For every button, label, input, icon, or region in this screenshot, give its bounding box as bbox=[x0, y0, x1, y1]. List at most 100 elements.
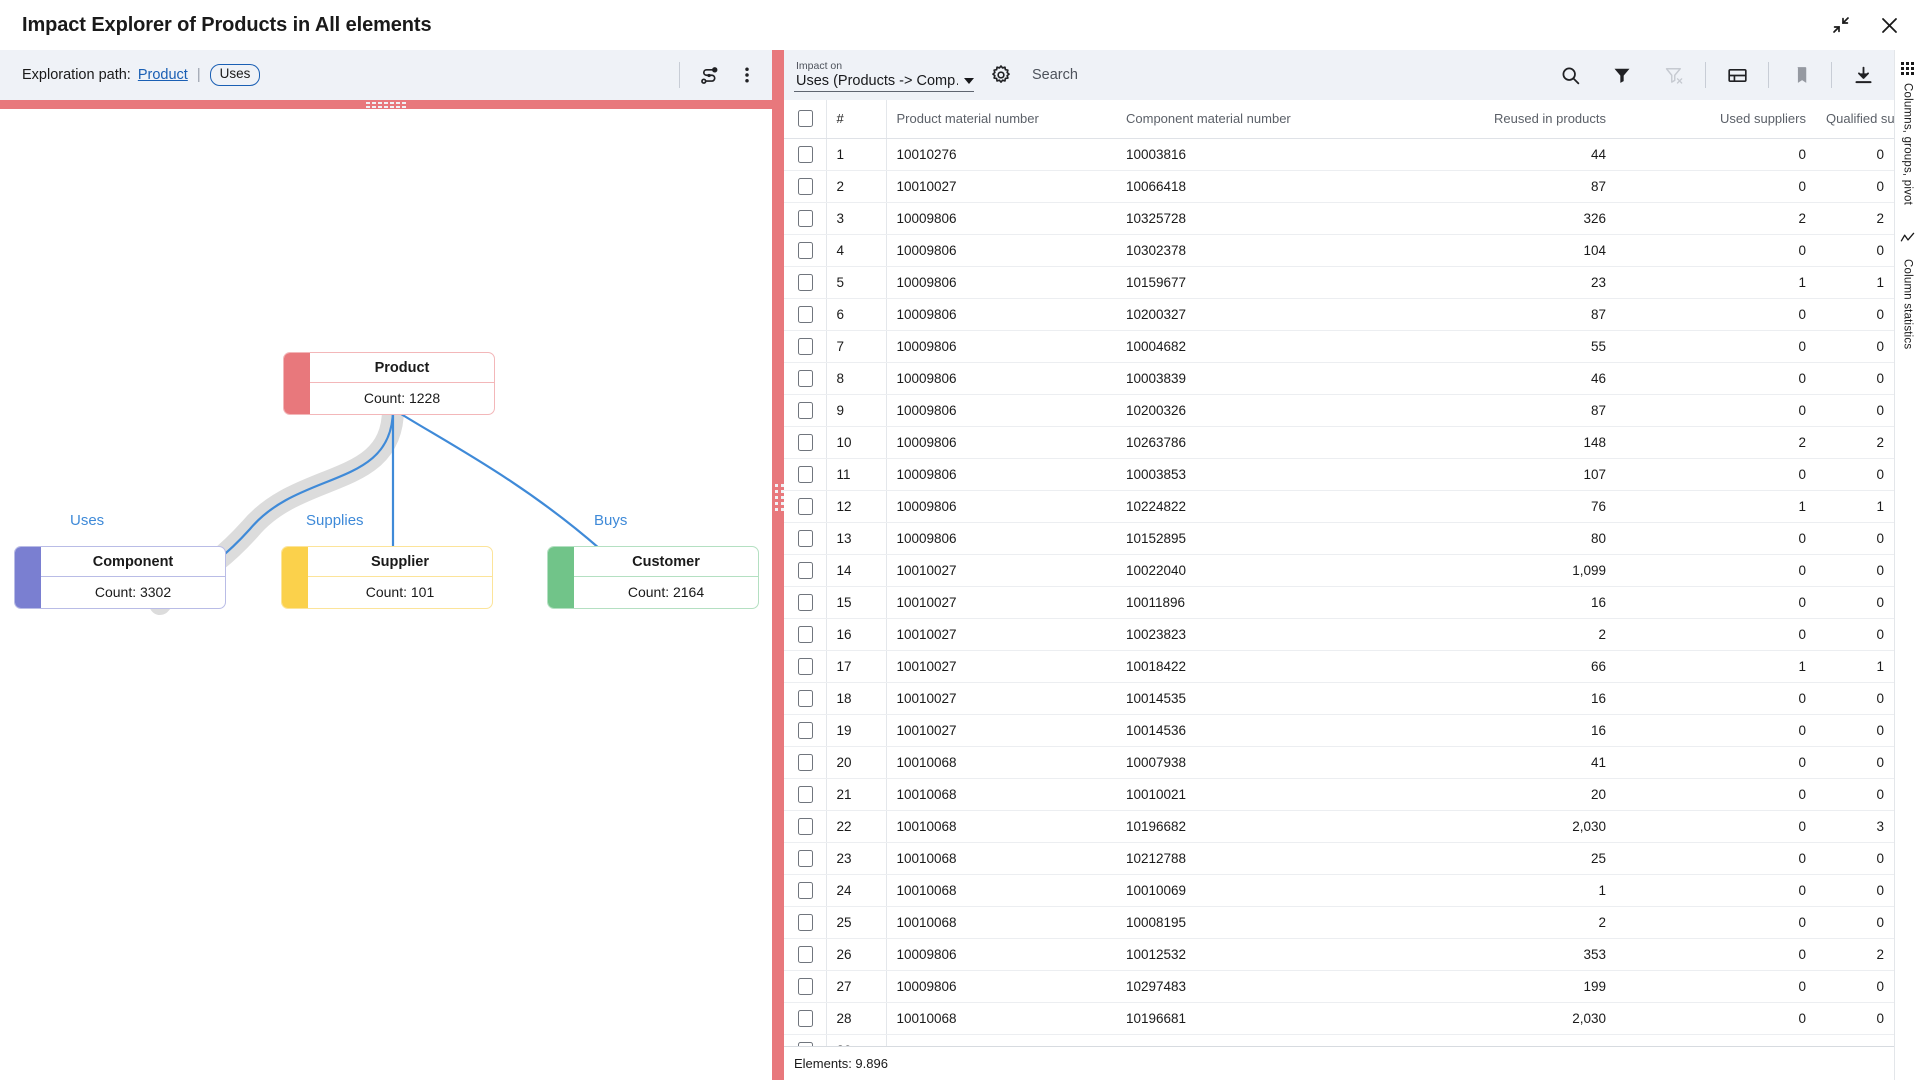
table-row[interactable]: 17 10010027 10018422 66 1 1 bbox=[784, 650, 1894, 683]
chevron-down-icon[interactable] bbox=[964, 77, 974, 84]
layout-icon[interactable] bbox=[1720, 58, 1754, 92]
graph-node-customer[interactable]: Customer Count: 2164 bbox=[547, 546, 759, 609]
row-checkbox[interactable] bbox=[798, 273, 813, 291]
table-row[interactable]: 13 10009806 10152895 80 0 0 bbox=[784, 522, 1894, 555]
impact-on-select[interactable]: Impact on Uses (Products -> Comp… bbox=[794, 58, 974, 92]
row-checkbox[interactable] bbox=[798, 209, 813, 227]
column-header-used-suppliers[interactable]: Used suppliers bbox=[1616, 100, 1816, 139]
cell-reused-in-products: 104 bbox=[1376, 234, 1616, 267]
cell-product-material-number: 10009806 bbox=[886, 938, 1116, 971]
column-header-index[interactable]: # bbox=[826, 100, 887, 139]
cell-used-suppliers: 0 bbox=[1616, 874, 1816, 907]
vertical-splitter[interactable] bbox=[772, 50, 784, 1080]
row-checkbox[interactable] bbox=[798, 337, 813, 355]
graph-node-supplier[interactable]: Supplier Count: 101 bbox=[281, 546, 493, 609]
row-checkbox[interactable] bbox=[798, 241, 813, 259]
table-row[interactable]: 14 10010027 10022040 1,099 0 0 bbox=[784, 554, 1894, 587]
table-row[interactable]: 16 10010027 10023823 2 0 0 bbox=[784, 618, 1894, 651]
column-header-qualified-suppliers[interactable]: Qualified suppliers bbox=[1816, 100, 1894, 139]
breadcrumb-link-product[interactable]: Product bbox=[138, 67, 188, 83]
row-checkbox[interactable] bbox=[798, 177, 813, 195]
table-row[interactable]: 19 10010027 10014536 16 0 0 bbox=[784, 714, 1894, 747]
route-icon[interactable] bbox=[692, 58, 726, 92]
breadcrumb-chip-uses[interactable]: Uses bbox=[209, 64, 261, 86]
horizontal-splitter[interactable] bbox=[0, 100, 772, 109]
row-checkbox[interactable] bbox=[798, 369, 813, 387]
window-controls bbox=[1828, 12, 1902, 38]
row-checkbox[interactable] bbox=[798, 305, 813, 323]
toolbar-divider bbox=[679, 62, 680, 88]
row-checkbox[interactable] bbox=[798, 529, 813, 547]
table-row[interactable]: 23 10010068 10212788 25 0 0 bbox=[784, 842, 1894, 875]
vertical-splitter-drag-handle[interactable] bbox=[775, 484, 784, 511]
table-row[interactable]: 5 10009806 10159677 23 1 1 bbox=[784, 266, 1894, 299]
column-header-reused-in-products[interactable]: Reused in products bbox=[1376, 100, 1616, 139]
search-icon[interactable] bbox=[1553, 58, 1587, 92]
table-row[interactable]: 2 10010027 10066418 87 0 0 bbox=[784, 170, 1894, 203]
search-input[interactable] bbox=[1032, 67, 1232, 83]
row-checkbox[interactable] bbox=[798, 465, 813, 483]
table-row[interactable]: 20 10010068 10007938 41 0 0 bbox=[784, 746, 1894, 779]
row-checkbox[interactable] bbox=[798, 433, 813, 451]
bookmark-icon[interactable] bbox=[1783, 58, 1817, 92]
row-select-cell bbox=[784, 586, 827, 619]
table-scroll-area[interactable]: # Product material number Component mate… bbox=[784, 100, 1894, 1046]
graph-node-component[interactable]: Component Count: 3302 bbox=[14, 546, 226, 609]
table-row[interactable]: 29 bbox=[784, 1034, 1894, 1046]
cell-qualified-suppliers: 0 bbox=[1816, 330, 1894, 363]
table-row[interactable]: 7 10009806 10004682 55 0 0 bbox=[784, 330, 1894, 363]
row-checkbox[interactable] bbox=[798, 977, 813, 995]
table-row[interactable]: 1 10010276 10003816 44 0 0 bbox=[784, 138, 1894, 171]
column-header-component-material-number[interactable]: Component material number bbox=[1116, 100, 1376, 139]
row-checkbox[interactable] bbox=[798, 497, 813, 515]
table-row[interactable]: 27 10009806 10297483 199 0 0 bbox=[784, 970, 1894, 1003]
row-checkbox[interactable] bbox=[798, 817, 813, 835]
table-row[interactable]: 10 10009806 10263786 148 2 2 bbox=[784, 426, 1894, 459]
row-checkbox[interactable] bbox=[798, 753, 813, 771]
table-row[interactable]: 21 10010068 10010021 20 0 0 bbox=[784, 778, 1894, 811]
table-row[interactable]: 24 10010068 10010069 1 0 0 bbox=[784, 874, 1894, 907]
table-row[interactable]: 25 10010068 10008195 2 0 0 bbox=[784, 906, 1894, 939]
cell-index: 26 bbox=[826, 938, 887, 971]
side-rail-tab-columns-groups-pivot[interactable]: Columns, groups, pivot bbox=[1901, 62, 1914, 205]
row-checkbox[interactable] bbox=[798, 849, 813, 867]
table-row[interactable]: 8 10009806 10003839 46 0 0 bbox=[784, 362, 1894, 395]
row-checkbox[interactable] bbox=[798, 785, 813, 803]
column-header-product-material-number[interactable]: Product material number bbox=[886, 100, 1116, 139]
row-checkbox[interactable] bbox=[798, 657, 813, 675]
table-row[interactable]: 26 10009806 10012532 353 0 2 bbox=[784, 938, 1894, 971]
graph-canvas[interactable]: Product Count: 1228 Component Count: 330… bbox=[0, 109, 772, 1080]
side-rail-tab-column-statistics[interactable]: Column statistics bbox=[1900, 231, 1915, 349]
row-checkbox[interactable] bbox=[798, 401, 813, 419]
table-row[interactable]: 12 10009806 10224822 76 1 1 bbox=[784, 490, 1894, 523]
row-checkbox[interactable] bbox=[798, 945, 813, 963]
graph-node-product[interactable]: Product Count: 1228 bbox=[283, 352, 495, 415]
splitter-drag-handle[interactable] bbox=[366, 102, 406, 108]
row-checkbox[interactable] bbox=[798, 689, 813, 707]
table-row[interactable]: 18 10010027 10014535 16 0 0 bbox=[784, 682, 1894, 715]
close-icon[interactable] bbox=[1876, 12, 1902, 38]
row-checkbox[interactable] bbox=[798, 913, 813, 931]
filter-icon[interactable] bbox=[1605, 58, 1639, 92]
table-row[interactable]: 11 10009806 10003853 107 0 0 bbox=[784, 458, 1894, 491]
table-row[interactable]: 22 10010068 10196682 2,030 0 3 bbox=[784, 810, 1894, 843]
row-checkbox[interactable] bbox=[798, 1041, 813, 1046]
table-row[interactable]: 15 10010027 10011896 16 0 0 bbox=[784, 586, 1894, 619]
table-row[interactable]: 28 10010068 10196681 2,030 0 0 bbox=[784, 1002, 1894, 1035]
table-row[interactable]: 9 10009806 10200326 87 0 0 bbox=[784, 394, 1894, 427]
row-checkbox[interactable] bbox=[798, 881, 813, 899]
row-checkbox[interactable] bbox=[798, 561, 813, 579]
row-checkbox[interactable] bbox=[798, 625, 813, 643]
row-checkbox[interactable] bbox=[798, 145, 813, 163]
row-checkbox[interactable] bbox=[798, 1009, 813, 1027]
row-checkbox[interactable] bbox=[798, 721, 813, 739]
select-all-checkbox[interactable] bbox=[798, 110, 813, 128]
download-icon[interactable] bbox=[1846, 58, 1880, 92]
table-row[interactable]: 3 10009806 10325728 326 2 2 bbox=[784, 202, 1894, 235]
gear-icon[interactable] bbox=[984, 58, 1018, 92]
table-row[interactable]: 4 10009806 10302378 104 0 0 bbox=[784, 234, 1894, 267]
more-vertical-icon[interactable] bbox=[730, 58, 764, 92]
collapse-icon[interactable] bbox=[1828, 12, 1854, 38]
row-checkbox[interactable] bbox=[798, 593, 813, 611]
table-row[interactable]: 6 10009806 10200327 87 0 0 bbox=[784, 298, 1894, 331]
